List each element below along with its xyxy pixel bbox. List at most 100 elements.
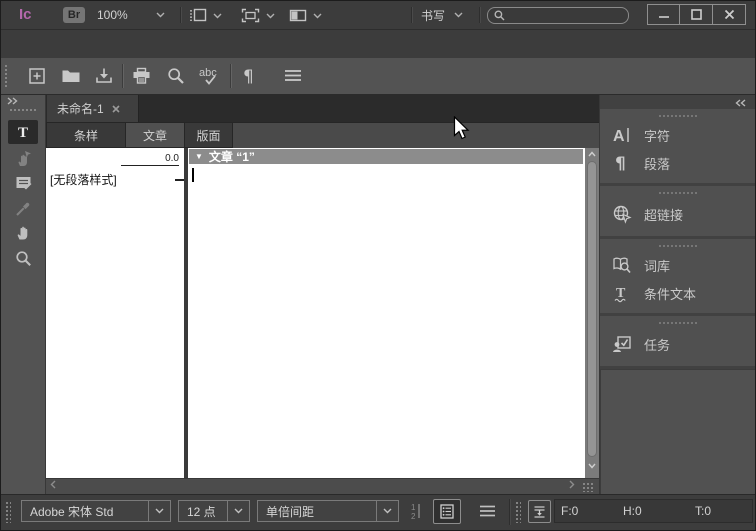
chevron-down-icon [454,12,463,18]
view-options-dropdown[interactable] [189,8,222,23]
minimize-button[interactable] [647,4,680,25]
close-tab-icon[interactable] [112,104,120,113]
font-family-select[interactable]: Adobe 宋体 Std [21,500,171,522]
font-size-value: 12 点 [187,504,216,519]
svg-text:T: T [18,125,28,140]
chevron-down-icon[interactable] [227,501,249,521]
copyfit-counts-field: F:0 H:0 T:0 [554,499,753,523]
scroll-up-icon[interactable] [588,151,596,157]
dock-group-assignments: 任务 [600,316,755,366]
collapse-triangle-icon[interactable]: ▼ [195,152,203,161]
copyfit-drag-handle[interactable] [515,501,521,523]
depth-ruler-value: 0.0 [121,153,179,166]
document-tab-title: 未命名-1 [57,102,104,116]
expand-panel-icon[interactable] [7,97,19,105]
type-tool[interactable]: T [8,120,38,144]
tab-story[interactable]: 文章 [126,123,185,148]
show-hidden-characters-button[interactable]: ¶ [241,66,257,86]
view-tab-bar: 条样 文章 版面 [46,122,599,148]
open-folder-button[interactable] [61,68,81,84]
assignments-icon [612,335,632,354]
vertical-scroll-thumb[interactable] [587,161,597,457]
collapse-dock-icon[interactable] [735,99,747,107]
leading-select[interactable]: 单倍间距 [257,500,399,522]
statusbar-menu-button[interactable] [479,505,496,517]
panel-dock: A 字符 ¶ 段落 超链接 词库 T 条件文本 任务 [599,95,755,525]
scroll-down-icon[interactable] [588,463,596,469]
panel-button-thesaurus[interactable]: 词库 [600,251,755,279]
print-button[interactable] [132,67,151,85]
document-tab[interactable]: 未命名-1 [47,95,139,122]
search-input[interactable] [509,9,613,22]
position-tool[interactable] [8,147,38,171]
status-bar: Adobe 宋体 Std 12 点 单倍间距 12 F:0 H:0 T:0 [1,494,755,530]
arrange-documents-icon [289,8,307,23]
character-icon: A [612,126,632,144]
eyedropper-tool[interactable] [8,196,38,220]
document-area: 未命名-1 条样 文章 版面 0.0 [无段落样式] ▼ 文章 “1” [46,95,599,494]
chevron-down-icon [156,12,165,18]
line-numbers-toggle[interactable]: 12 [410,501,426,521]
tab-layout[interactable]: 版面 [185,123,233,148]
bridge-button[interactable]: Br [63,7,85,23]
panel-button-paragraph[interactable]: ¶ 段落 [600,149,755,177]
story-title: 文章 “1” [208,150,255,164]
workspace-area: T 未命名-1 条样 文章 版面 0.0 [无段落样式] ▼ 文章 “1” A … [1,95,755,525]
conditional-text-icon: T [612,284,632,303]
panel-button-assignments[interactable]: 任务 [600,328,755,360]
scroll-right-icon[interactable] [569,480,575,489]
story-editor: 0.0 [无段落样式] ▼ 文章 “1” [46,148,599,478]
thesaurus-icon [612,256,632,275]
search-box[interactable] [487,7,629,24]
arrange-documents-dropdown[interactable] [289,8,322,23]
story-text-area[interactable]: ▼ 文章 “1” [188,148,585,478]
note-tool[interactable] [8,171,38,195]
paragraph-style-name: [无段落样式] [50,173,117,187]
panel-button-conditional-text[interactable]: T 条件文本 [600,279,755,307]
panel-button-character[interactable]: A 字符 [600,121,755,149]
document-tab-bar: 未命名-1 [46,95,599,122]
hyperlinks-icon [612,204,632,224]
panel-drag-handle[interactable] [657,114,698,119]
hand-tool[interactable] [8,221,38,245]
panel-drag-handle[interactable] [657,191,698,196]
tab-galley[interactable]: 条样 [46,123,126,148]
copyfit-info-icon[interactable] [528,500,551,523]
workspace-switcher[interactable]: 书写 [421,1,463,29]
spell-check-button[interactable]: abc [198,66,224,87]
chevron-down-icon[interactable] [148,501,170,521]
zoom-level-value: 100% [97,8,128,22]
panel-drag-handle[interactable] [657,244,698,249]
story-editor-view-toggle[interactable] [433,499,461,524]
close-button[interactable] [713,4,746,25]
chevron-down-icon [213,13,222,19]
panel-button-hyperlinks[interactable]: 超链接 [600,198,755,230]
screen-mode-dropdown[interactable] [241,8,275,23]
dock-group-text: A 字符 ¶ 段落 [600,109,755,183]
vertical-scrollbar[interactable] [585,148,599,478]
resize-grip[interactable] [582,482,594,492]
maximize-button[interactable] [680,4,713,25]
statusbar-separator [509,499,511,525]
zoom-tool[interactable] [8,246,38,270]
svg-text:2: 2 [411,512,416,521]
incopy-window: Ic Br 100% 书写 abc ¶ T 未命名-1 条样 文章 版面 0.0… [0,0,756,531]
panel-drag-handle[interactable] [657,321,698,326]
toolbar-menu-button[interactable] [284,69,302,82]
font-size-select[interactable]: 12 点 [178,500,250,522]
horizontal-scrollbar[interactable] [46,478,599,494]
search-button[interactable] [167,67,185,85]
story-header[interactable]: ▼ 文章 “1” [189,149,583,164]
tools-drag-handle[interactable] [9,108,38,113]
titlebar-separator [180,7,182,23]
new-document-button[interactable] [28,67,46,85]
scroll-left-icon[interactable] [50,480,56,489]
save-content-button[interactable] [95,67,113,85]
zoom-level-dropdown[interactable]: 100% [97,1,165,29]
toolbar-separator [122,64,124,88]
chevron-down-icon[interactable] [376,501,398,521]
toolbar-drag-handle[interactable] [4,64,9,89]
title-bar: Ic Br 100% 书写 [1,1,755,30]
titlebar-separator [411,7,413,23]
statusbar-drag-handle[interactable] [5,501,11,523]
